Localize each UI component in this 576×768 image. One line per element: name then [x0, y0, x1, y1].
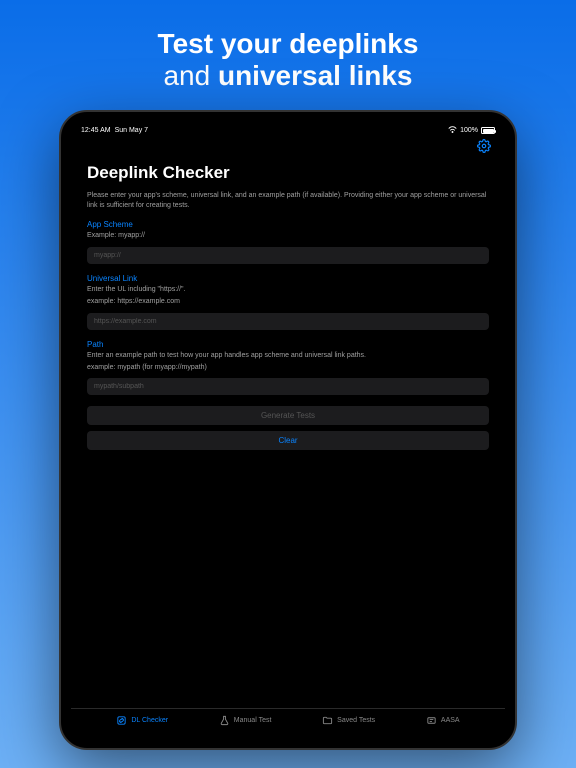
scheme-input[interactable] [87, 247, 489, 264]
toolbar-row [71, 137, 505, 159]
page-description: Please enter your app's scheme, universa… [87, 191, 489, 210]
status-time: 12:45 AM [81, 127, 111, 134]
field-universal-link: Universal Link Enter the UL including "h… [87, 274, 489, 330]
link-icon [116, 715, 127, 726]
tab-aasa[interactable]: AASA [426, 715, 460, 726]
battery-icon [481, 127, 495, 134]
tab-label: AASA [441, 717, 460, 724]
universal-hint2: example: https://example.com [87, 297, 489, 306]
folder-icon [322, 715, 333, 726]
flask-icon [219, 715, 230, 726]
main-content: Deeplink Checker Please enter your app's… [71, 159, 505, 708]
universal-label: Universal Link [87, 274, 489, 283]
path-hint1: Enter an example path to test how your a… [87, 351, 489, 360]
battery-percent: 100% [460, 127, 478, 134]
tab-bar: DL Checker Manual Test Saved Tests AASA [71, 708, 505, 738]
path-hint2: example: mypath (for myapp://mypath) [87, 363, 489, 372]
scheme-label: App Scheme [87, 220, 489, 229]
tab-dl-checker[interactable]: DL Checker [116, 715, 168, 726]
universal-input[interactable] [87, 313, 489, 330]
clear-button[interactable]: Clear [87, 431, 489, 450]
headline-line1: Test your deeplinks [158, 28, 419, 60]
gear-icon[interactable] [477, 139, 491, 153]
document-icon [426, 715, 437, 726]
wifi-icon [448, 126, 457, 135]
tab-label: DL Checker [131, 717, 168, 724]
path-input[interactable] [87, 378, 489, 395]
ipad-device-frame: 12:45 AM Sun May 7 100% Deeplink Checker… [59, 110, 517, 750]
universal-hint1: Enter the UL including "https://". [87, 285, 489, 294]
status-left: 12:45 AM Sun May 7 [81, 127, 148, 134]
headline-line2: and universal links [158, 60, 419, 92]
page-title: Deeplink Checker [87, 163, 489, 183]
scheme-hint: Example: myapp:// [87, 231, 489, 240]
status-right: 100% [448, 126, 495, 135]
tab-saved-tests[interactable]: Saved Tests [322, 715, 375, 726]
tab-label: Manual Test [234, 717, 272, 724]
tab-manual-test[interactable]: Manual Test [219, 715, 272, 726]
status-date: Sun May 7 [115, 127, 148, 134]
field-path: Path Enter an example path to test how y… [87, 340, 489, 396]
path-label: Path [87, 340, 489, 349]
generate-tests-button[interactable]: Generate Tests [87, 406, 489, 425]
marketing-headline: Test your deeplinks and universal links [158, 28, 419, 92]
tab-label: Saved Tests [337, 717, 375, 724]
field-app-scheme: App Scheme Example: myapp:// [87, 220, 489, 263]
status-bar: 12:45 AM Sun May 7 100% [71, 122, 505, 137]
device-screen: 12:45 AM Sun May 7 100% Deeplink Checker… [71, 122, 505, 738]
